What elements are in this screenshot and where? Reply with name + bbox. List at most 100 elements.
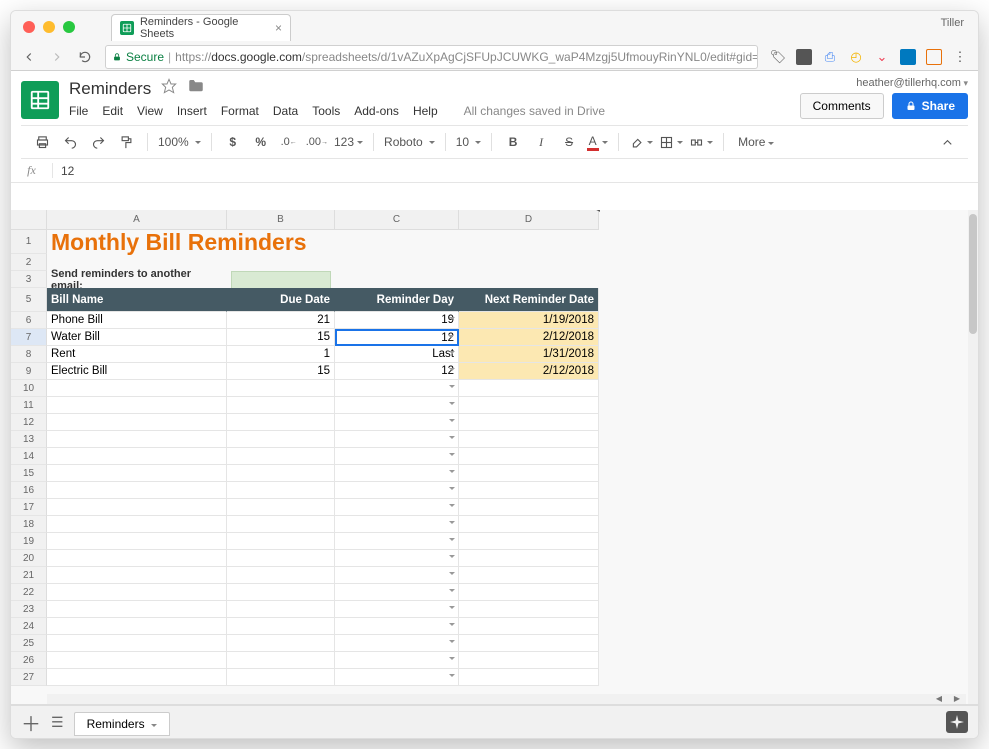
cell[interactable] — [47, 414, 227, 431]
cell[interactable] — [459, 550, 599, 567]
fill-color-icon[interactable] — [629, 130, 653, 154]
sheet-tab[interactable]: Reminders — [74, 712, 170, 736]
cell[interactable] — [335, 431, 459, 448]
cell[interactable] — [335, 533, 459, 550]
cell[interactable] — [335, 254, 459, 271]
cell[interactable] — [47, 397, 227, 414]
undo-icon[interactable] — [59, 130, 81, 154]
forward-button[interactable] — [49, 49, 65, 65]
cell[interactable] — [459, 254, 599, 271]
header-a[interactable]: Bill Name — [47, 288, 227, 312]
browser-menu-icon[interactable]: ⋮ — [952, 49, 968, 65]
cell[interactable] — [47, 431, 227, 448]
reminder-day[interactable]: 19 — [335, 312, 459, 329]
cell[interactable] — [335, 601, 459, 618]
title-cell[interactable]: Monthly Bill Reminders — [47, 230, 599, 254]
cell[interactable] — [459, 482, 599, 499]
read-icon[interactable] — [796, 49, 812, 65]
due-date[interactable]: 1 — [227, 346, 335, 363]
cell[interactable] — [459, 431, 599, 448]
all-sheets-button[interactable]: ☰ — [51, 714, 64, 731]
cell[interactable] — [335, 618, 459, 635]
header-c[interactable]: Reminder Day — [335, 288, 459, 312]
menu-data[interactable]: Data — [273, 104, 298, 118]
due-date[interactable]: 21 — [227, 312, 335, 329]
email-input[interactable] — [231, 271, 331, 289]
chrome-profile[interactable]: Tiller — [941, 17, 964, 29]
cell[interactable] — [47, 482, 227, 499]
cell[interactable] — [227, 584, 335, 601]
cell[interactable] — [335, 669, 459, 686]
tag-icon[interactable]: 🏷 — [770, 49, 786, 65]
redo-icon[interactable] — [87, 130, 109, 154]
pocket-icon[interactable]: ⌄ — [874, 49, 890, 65]
folder-icon[interactable] — [187, 77, 205, 100]
close-window-button[interactable] — [23, 21, 35, 33]
cell[interactable] — [227, 414, 335, 431]
cell[interactable] — [459, 516, 599, 533]
cell[interactable] — [459, 567, 599, 584]
cell[interactable] — [47, 550, 227, 567]
bill-name[interactable]: Rent — [47, 346, 227, 363]
cell[interactable] — [47, 584, 227, 601]
next-reminder[interactable]: 1/31/2018 — [459, 346, 599, 363]
cell[interactable] — [227, 397, 335, 414]
cell[interactable] — [47, 465, 227, 482]
scrollbar-arrows[interactable]: ◀▶ — [930, 694, 966, 704]
cell[interactable] — [227, 431, 335, 448]
cell[interactable] — [47, 380, 227, 397]
reminder-day[interactable]: Last — [335, 346, 459, 363]
cell[interactable] — [47, 618, 227, 635]
cell[interactable] — [227, 482, 335, 499]
ext-orange-icon[interactable] — [926, 49, 942, 65]
add-sheet-button[interactable]: ＋ — [21, 708, 41, 737]
cell[interactable] — [47, 652, 227, 669]
cell[interactable] — [47, 635, 227, 652]
font-select[interactable]: Roboto — [384, 135, 435, 149]
cell[interactable] — [335, 499, 459, 516]
next-reminder[interactable]: 2/12/2018 — [459, 329, 599, 346]
header-b[interactable]: Due Date — [227, 288, 335, 312]
column-header-d[interactable]: D — [459, 210, 599, 230]
cell[interactable] — [227, 601, 335, 618]
back-button[interactable] — [21, 49, 37, 65]
menu-file[interactable]: File — [69, 104, 88, 118]
maximize-window-button[interactable] — [63, 21, 75, 33]
cell[interactable] — [335, 465, 459, 482]
text-color-icon[interactable]: A — [586, 130, 608, 154]
cell[interactable] — [227, 533, 335, 550]
cell[interactable] — [335, 448, 459, 465]
print-icon[interactable] — [31, 130, 53, 154]
bill-name[interactable]: Electric Bill — [47, 363, 227, 380]
cell[interactable] — [335, 482, 459, 499]
cell[interactable] — [335, 567, 459, 584]
menu-edit[interactable]: Edit — [102, 104, 123, 118]
user-email[interactable]: heather@tillerhq.com — [800, 77, 968, 89]
collapse-toolbar-icon[interactable] — [936, 130, 958, 154]
cell[interactable] — [459, 380, 599, 397]
share-button[interactable]: Share — [892, 93, 968, 119]
cell[interactable] — [227, 652, 335, 669]
cell[interactable] — [227, 254, 335, 271]
reload-button[interactable] — [77, 49, 93, 65]
cell[interactable] — [47, 516, 227, 533]
bill-name[interactable]: Water Bill — [47, 329, 227, 346]
number-format-select[interactable]: 123 — [334, 130, 363, 154]
cell[interactable] — [227, 635, 335, 652]
font-size-select[interactable]: 10 — [456, 135, 481, 149]
cell[interactable] — [227, 567, 335, 584]
bold-icon[interactable]: B — [502, 130, 524, 154]
menu-format[interactable]: Format — [221, 104, 259, 118]
cell[interactable] — [227, 516, 335, 533]
save-icon[interactable]: ⎙ — [822, 49, 838, 65]
more-button[interactable]: More — [738, 135, 774, 149]
bill-name[interactable]: Phone Bill — [47, 312, 227, 329]
cell[interactable] — [227, 669, 335, 686]
cell[interactable] — [227, 618, 335, 635]
cell[interactable] — [47, 499, 227, 516]
cell[interactable] — [227, 380, 335, 397]
cell[interactable] — [227, 465, 335, 482]
cell[interactable] — [459, 618, 599, 635]
vertical-scrollbar[interactable] — [968, 210, 978, 704]
browser-tab[interactable]: Reminders - Google Sheets × — [111, 14, 291, 41]
